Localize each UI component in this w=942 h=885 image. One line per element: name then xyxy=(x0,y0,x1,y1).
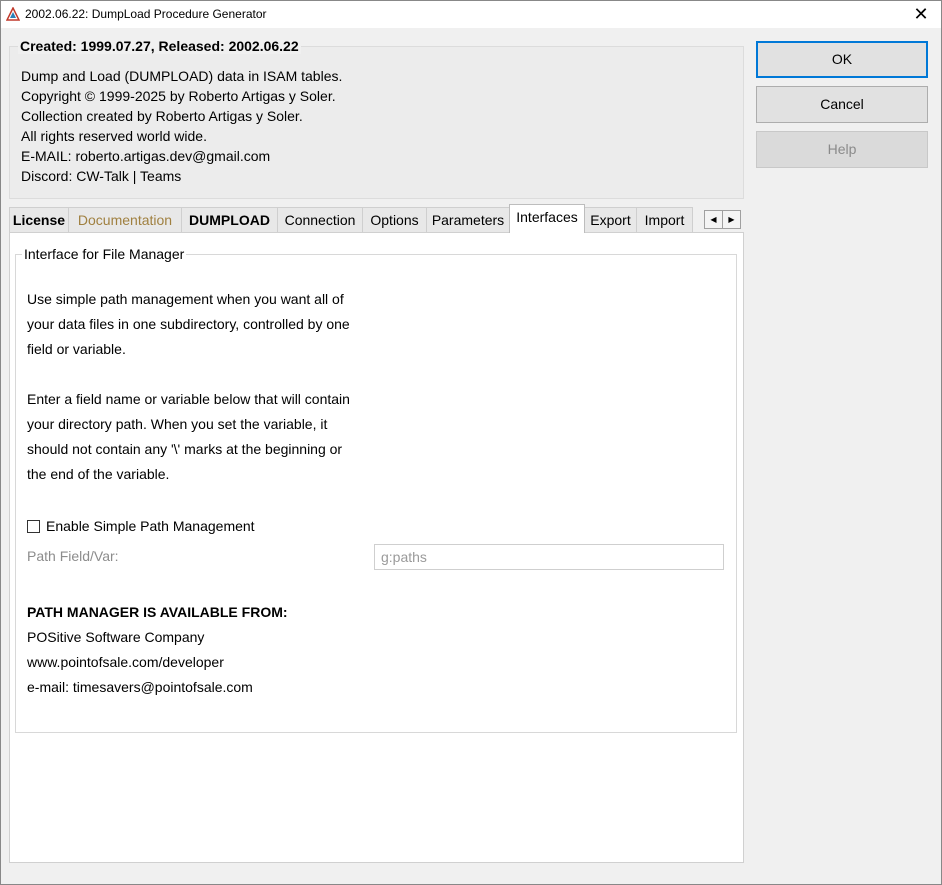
info-text: Dump and Load (DUMPLOAD) data in ISAM ta… xyxy=(21,66,342,186)
info-line: Dump and Load (DUMPLOAD) data in ISAM ta… xyxy=(21,68,343,84)
info-caption: Created: 1999.07.27, Released: 2002.06.2… xyxy=(18,38,301,54)
text-line: your data files in one subdirectory, con… xyxy=(27,316,350,332)
tab-dumpload[interactable]: DUMPLOAD xyxy=(181,207,278,232)
path-field-input[interactable]: g:paths xyxy=(374,544,724,570)
availability-info: PATH MANAGER IS AVAILABLE FROM: POSitive… xyxy=(27,600,288,700)
tab-scroll-arrows: ◀ ▶ xyxy=(704,210,741,229)
tab-license[interactable]: License xyxy=(9,207,69,232)
tab-scroll-left-icon[interactable]: ◀ xyxy=(704,210,723,229)
tab-documentation[interactable]: Documentation xyxy=(68,207,182,232)
cancel-button[interactable]: Cancel xyxy=(756,86,928,123)
text-line: should not contain any '\' marks at the … xyxy=(27,441,343,457)
info-line: Collection created by Roberto Artigas y … xyxy=(21,108,303,124)
info-line: Copyright © 1999-2025 by Roberto Artigas… xyxy=(21,88,336,104)
availability-line: www.pointofsale.com/developer xyxy=(27,654,224,670)
group-caption: Interface for File Manager xyxy=(22,246,187,262)
info-line: Discord: CW-Talk | Teams xyxy=(21,168,182,184)
window-title: 2002.06.22: DumpLoad Procedure Generator xyxy=(25,7,267,21)
availability-line: e-mail: timesavers@pointofsale.com xyxy=(27,679,253,695)
text-line: Use simple path management when you want… xyxy=(27,291,344,307)
title-bar: 2002.06.22: DumpLoad Procedure Generator… xyxy=(1,1,941,28)
availability-line: POSitive Software Company xyxy=(27,629,205,645)
availability-header: PATH MANAGER IS AVAILABLE FROM: xyxy=(27,604,288,620)
text-line: your directory path. When you set the va… xyxy=(27,416,328,432)
text-line: field or variable. xyxy=(27,341,126,357)
text-line: Enter a field name or variable below tha… xyxy=(27,391,350,407)
ok-button[interactable]: OK xyxy=(756,41,928,78)
tab-import[interactable]: Import xyxy=(636,207,693,232)
description-paragraph-1: Use simple path management when you want… xyxy=(27,287,350,362)
tab-options[interactable]: Options xyxy=(362,207,427,232)
tab-parameters[interactable]: Parameters xyxy=(426,207,510,232)
tab-interfaces[interactable]: Interfaces xyxy=(509,204,585,233)
tab-scroll-right-icon[interactable]: ▶ xyxy=(722,210,741,229)
description-paragraph-2: Enter a field name or variable below tha… xyxy=(27,387,350,487)
info-line: All rights reserved world wide. xyxy=(21,128,207,144)
close-icon[interactable]: ✕ xyxy=(907,3,935,25)
tab-connection[interactable]: Connection xyxy=(277,207,363,232)
tab-export[interactable]: Export xyxy=(584,207,637,232)
info-line: E-MAIL: roberto.artigas.dev@gmail.com xyxy=(21,148,271,164)
checkbox-label[interactable]: Enable Simple Path Management xyxy=(46,518,255,534)
simple-path-checkbox[interactable] xyxy=(27,520,40,533)
text-line: the end of the variable. xyxy=(27,466,170,482)
help-button[interactable]: Help xyxy=(756,131,928,168)
path-field-label: Path Field/Var: xyxy=(27,548,119,564)
app-triangle-icon xyxy=(6,7,20,21)
